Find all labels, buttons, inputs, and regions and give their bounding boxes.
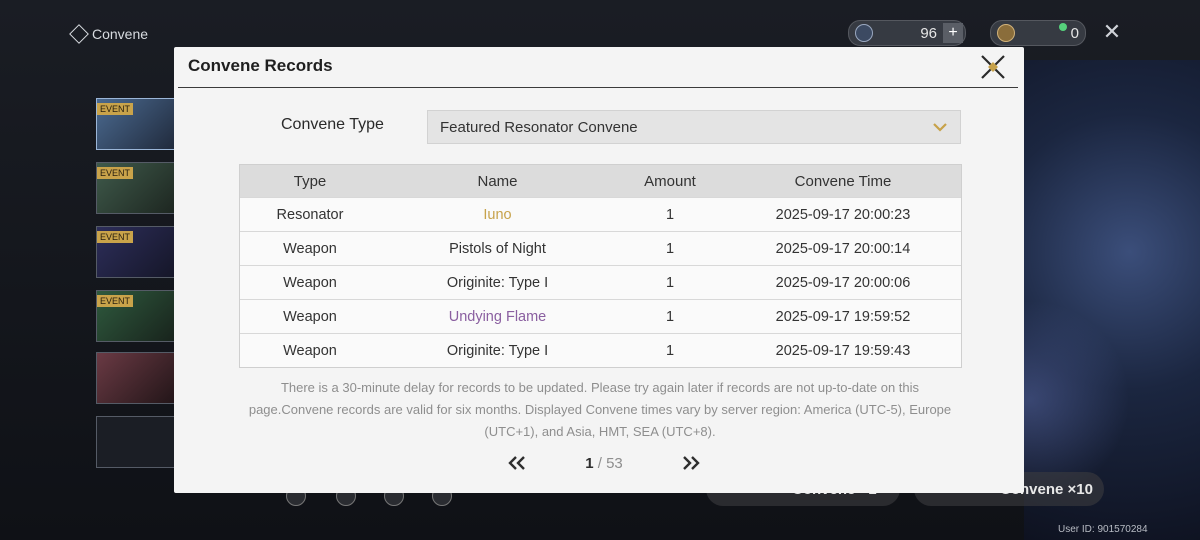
chevron-down-icon xyxy=(933,123,947,132)
app-title-text: Convene xyxy=(92,26,149,42)
event-tag: EVENT xyxy=(97,231,134,243)
table-row: Weapon Originite: Type I 1 2025-09-17 19… xyxy=(240,333,961,367)
current-page: 1 xyxy=(585,454,594,472)
convene-type-select[interactable]: Featured Resonator Convene xyxy=(427,110,961,144)
column-header-name: Name xyxy=(477,172,518,190)
lustrous-tide-value: 0 xyxy=(1070,24,1079,42)
total-pages: 53 xyxy=(606,454,623,472)
cell-amount: 1 xyxy=(665,274,675,291)
app-title: Convene xyxy=(69,24,149,44)
prev-page-button[interactable] xyxy=(504,451,530,475)
dialog-title: Convene Records xyxy=(188,56,333,75)
cell-name: Pistols of Night xyxy=(449,240,546,257)
column-header-amount: Amount xyxy=(644,172,696,190)
table-row: Resonator Iuno 1 2025-09-17 20:00:23 xyxy=(240,197,961,231)
dialog-header: Convene Records xyxy=(178,47,1018,88)
astrite-value: 96 xyxy=(920,24,937,42)
table-row: Weapon Originite: Type I 1 2025-09-17 20… xyxy=(240,265,961,299)
convene-type-value: Featured Resonator Convene xyxy=(440,118,638,136)
double-chevron-left-icon xyxy=(508,456,525,470)
cell-name: Iuno xyxy=(483,206,512,223)
cell-amount: 1 xyxy=(665,342,675,359)
cell-amount: 1 xyxy=(665,240,675,257)
table-row: Weapon Undying Flame 1 2025-09-17 19:59:… xyxy=(240,299,961,333)
cell-amount: 1 xyxy=(665,206,675,223)
column-header-time: Convene Time xyxy=(794,172,892,190)
table-row: Weapon Pistols of Night 1 2025-09-17 20:… xyxy=(240,231,961,265)
cell-name: Undying Flame xyxy=(448,308,547,325)
table-header: Type Name Amount Convene Time xyxy=(240,165,961,197)
next-page-button[interactable] xyxy=(678,451,704,475)
add-astrite-button[interactable]: + xyxy=(943,23,963,43)
lustrous-tide-icon xyxy=(997,24,1015,42)
convene-type-label: Convene Type xyxy=(281,116,384,133)
event-tag: EVENT xyxy=(97,103,134,115)
close-icon xyxy=(981,55,1005,79)
cell-type: Weapon xyxy=(283,240,337,257)
astrite-icon xyxy=(855,24,873,42)
cell-time: 2025-09-17 19:59:43 xyxy=(775,342,911,359)
cell-name: Originite: Type I xyxy=(446,342,549,359)
banner-thumb[interactable]: EVENT xyxy=(96,162,176,214)
banner-thumb[interactable] xyxy=(96,416,176,468)
close-icon[interactable]: ✕ xyxy=(1100,20,1124,44)
page-indicator: 1 / 53 xyxy=(585,455,623,472)
banner-thumb[interactable]: EVENT xyxy=(96,290,176,342)
banner-thumb[interactable]: EVENT xyxy=(96,226,176,278)
notification-dot-icon xyxy=(1059,23,1067,31)
cell-type: Weapon xyxy=(283,308,337,325)
cell-type: Resonator xyxy=(276,206,344,223)
column-header-type: Type xyxy=(293,172,327,190)
event-tag: EVENT xyxy=(97,295,134,307)
cell-time: 2025-09-17 20:00:14 xyxy=(775,240,911,257)
cell-time: 2025-09-17 20:00:23 xyxy=(775,206,911,223)
cell-type: Weapon xyxy=(283,274,337,291)
pagination: 1 / 53 xyxy=(504,451,704,475)
dialog-close-button[interactable] xyxy=(978,52,1008,82)
lustrous-tide-counter: 0 xyxy=(990,20,1086,46)
convene-type-row: Convene Type Featured Resonator Convene xyxy=(281,110,961,144)
cell-type: Weapon xyxy=(283,342,337,359)
cell-amount: 1 xyxy=(665,308,675,325)
cell-name: Originite: Type I xyxy=(446,274,549,291)
delay-notice: There is a 30-minute delay for records t… xyxy=(248,380,952,439)
page-separator: / xyxy=(593,454,607,472)
astrite-counter: 96 + xyxy=(848,20,966,46)
double-chevron-right-icon xyxy=(683,456,700,470)
banner-thumb[interactable] xyxy=(96,352,176,404)
convene-logo-icon xyxy=(69,24,89,44)
user-id: User ID: 901570284 xyxy=(1058,524,1148,535)
cell-time: 2025-09-17 20:00:06 xyxy=(775,274,911,291)
cell-time: 2025-09-17 19:59:52 xyxy=(775,308,911,325)
records-table: Type Name Amount Convene Time Resonator … xyxy=(239,164,962,368)
convene-records-dialog: Convene Records Convene Type Featured Re… xyxy=(174,47,1024,493)
banner-thumb[interactable]: EVENT xyxy=(96,98,176,150)
event-tag: EVENT xyxy=(97,167,134,179)
